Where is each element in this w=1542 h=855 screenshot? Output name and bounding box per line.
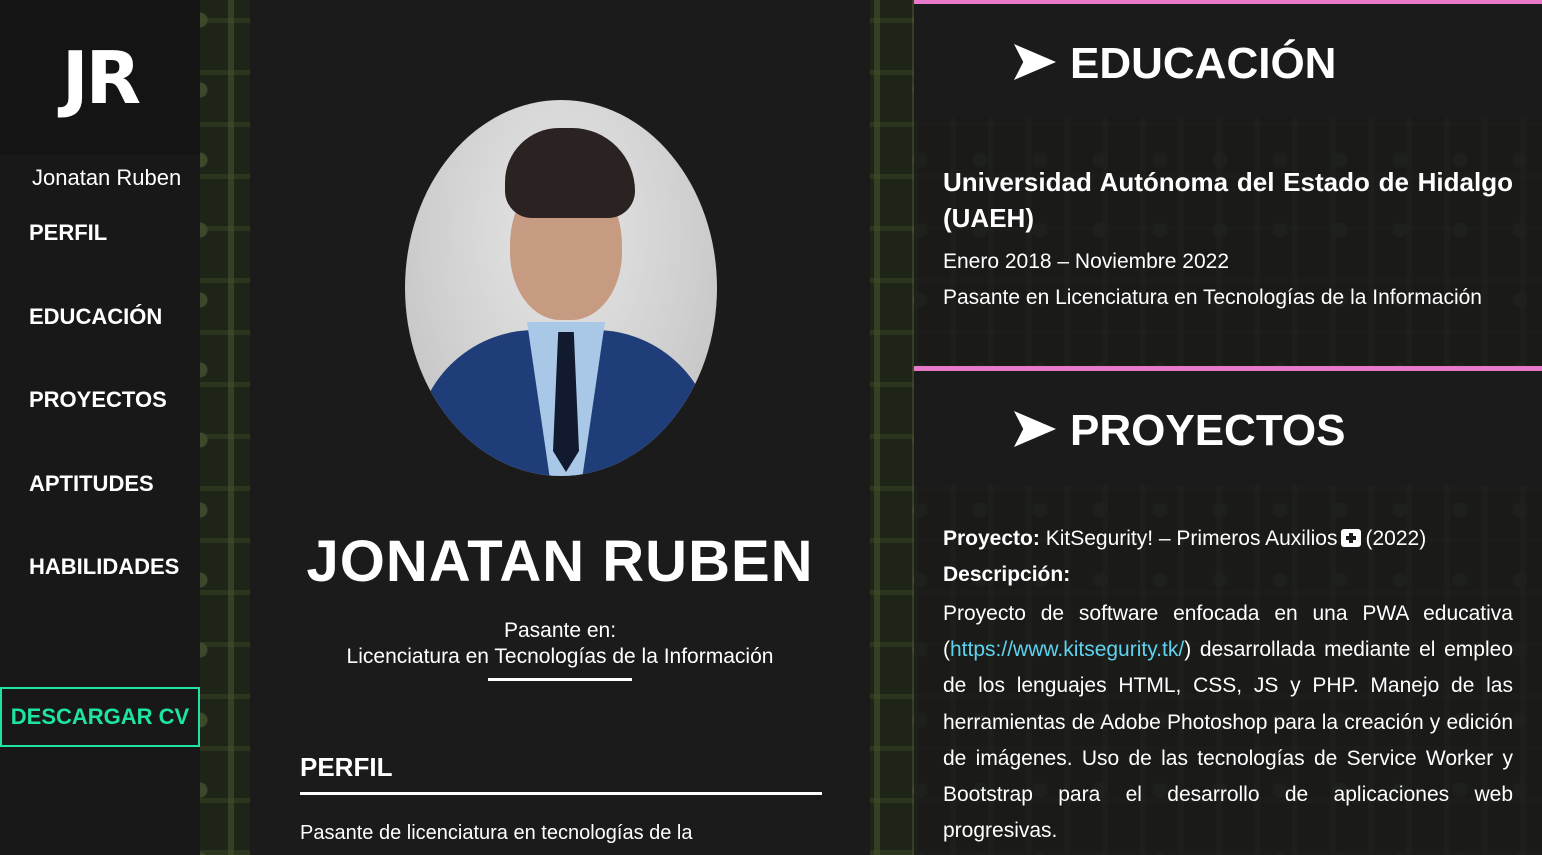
perfil-text: Pasante de licenciatura en tecnologías d…: [300, 822, 693, 844]
project-name: KitSegurity! – Primeros Auxilios: [1045, 527, 1338, 550]
download-cv-button[interactable]: DESCARGAR CV: [0, 687, 200, 747]
education-dates: Enero 2018 – Noviembre 2022: [943, 250, 1230, 273]
nav-item-educacion[interactable]: EDUCACIÓN: [29, 302, 179, 386]
description-label: Descripción:: [943, 563, 1071, 586]
subtitle-divider: [488, 678, 632, 681]
project-year: (2022): [1365, 527, 1427, 550]
sidebar-nav: PERFIL EDUCACIÓN PROYECTOS APTITUDES HAB…: [29, 218, 179, 636]
projects-header: PROYECTOS: [914, 371, 1542, 485]
profile-photo: [405, 100, 717, 476]
nav-item-habilidades[interactable]: HABILIDADES: [29, 552, 179, 636]
education-body: [914, 118, 1542, 366]
arrow-right-icon: [1014, 44, 1056, 80]
description-text-after: ) desarrollada mediante el empleo de los…: [943, 638, 1513, 843]
nav-item-perfil[interactable]: PERFIL: [29, 218, 179, 302]
subtitle-line-1: Pasante en:: [503, 619, 617, 642]
first-aid-kit-icon: [1341, 529, 1362, 547]
project-link[interactable]: https://www.kitsegurity.tk/: [950, 638, 1184, 661]
perfil-heading: PERFIL: [300, 752, 393, 782]
projects-heading: PROYECTOS: [1070, 406, 1346, 455]
sidebar: JR Jonatan Ruben PERFIL EDUCACIÓN PROYEC…: [0, 0, 200, 855]
subtitle-line-2: Licenciatura en Tecnologías de la Inform…: [346, 645, 774, 668]
profile-subtitle: Pasante en: Licenciatura en Tecnologías …: [250, 618, 870, 670]
description-label-row: Descripción:: [943, 563, 1513, 587]
logo-text: JR: [61, 35, 141, 120]
arrow-right-icon: [1014, 411, 1056, 447]
sidebar-name: Jonatan Ruben: [32, 165, 182, 190]
profile-name: JONATAN RUBEN: [306, 529, 814, 594]
project-description: Proyecto de software enfocada en una PWA…: [943, 596, 1513, 849]
education-degree: Pasante en Licenciatura en Tecnologías d…: [943, 286, 1482, 309]
logo[interactable]: JR: [0, 0, 200, 155]
nav-item-proyectos[interactable]: PROYECTOS: [29, 385, 179, 469]
education-header: EDUCACIÓN: [914, 4, 1542, 118]
project-title: Proyecto: KitSegurity! – Primeros Auxili…: [943, 527, 1513, 551]
content-column: EDUCACIÓN Universidad Autónoma del Estad…: [914, 0, 1542, 855]
project-label: Proyecto:: [943, 527, 1040, 550]
profile-column: JONATAN RUBEN Pasante en: Licenciatura e…: [250, 0, 870, 855]
nav-item-aptitudes[interactable]: APTITUDES: [29, 469, 179, 553]
education-institution: Universidad Autónoma del Estado de Hidal…: [943, 167, 1513, 233]
perfil-divider: [300, 792, 822, 795]
education-heading: EDUCACIÓN: [1070, 39, 1337, 88]
